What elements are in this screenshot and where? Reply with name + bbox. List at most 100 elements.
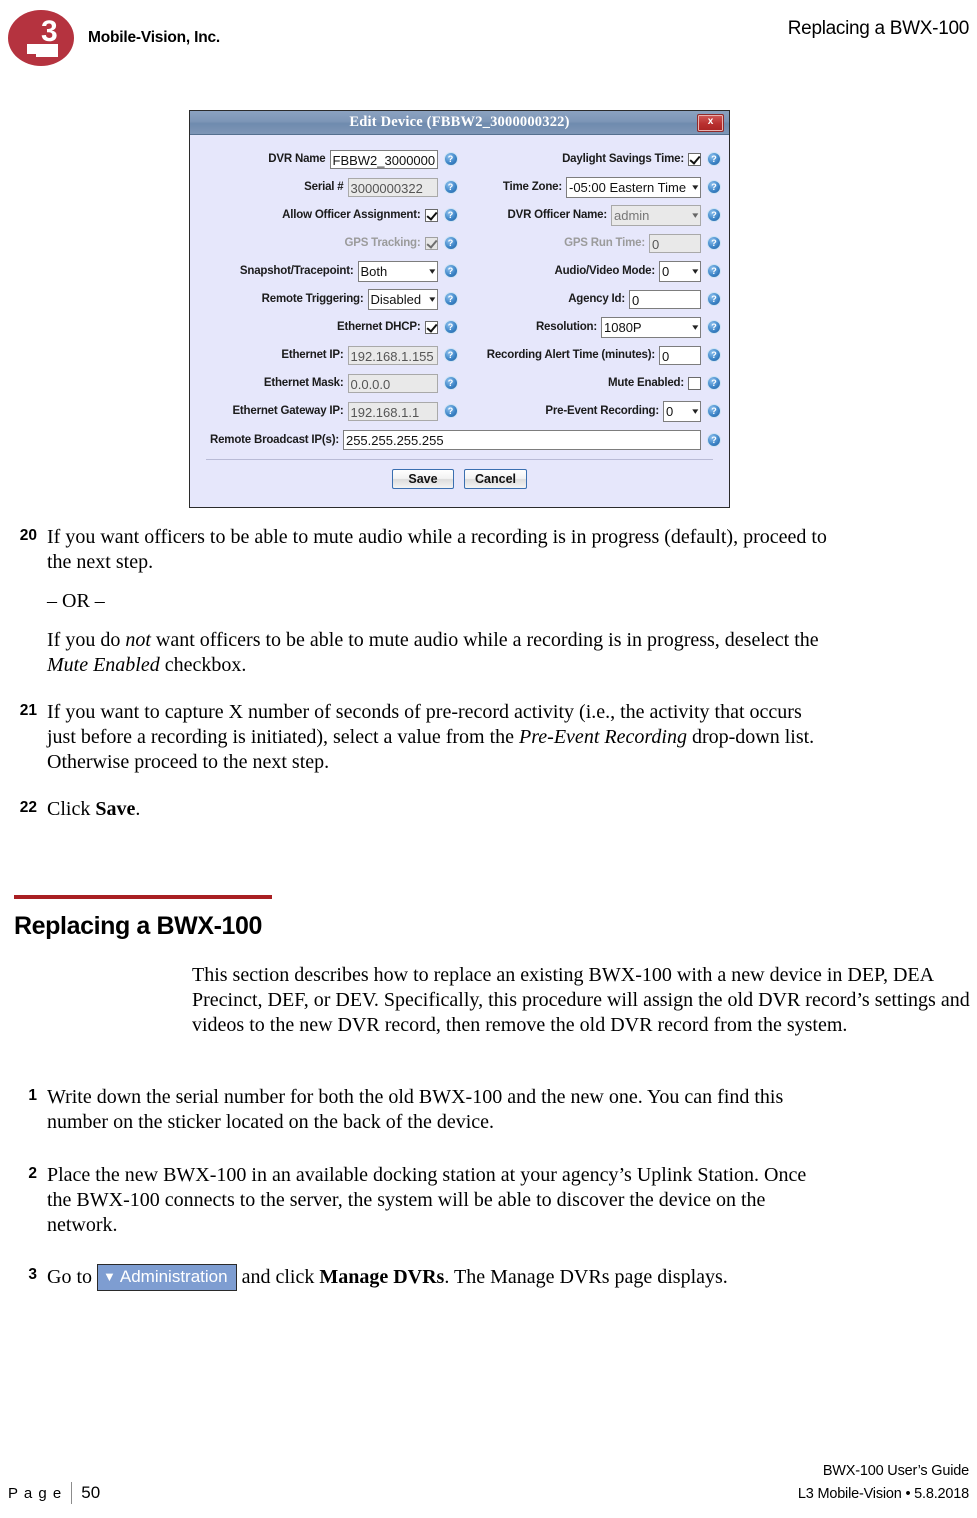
remote-triggering-select[interactable]: Disabled ▾ (367, 288, 438, 310)
field-gps-tracking: GPS Tracking: ? (198, 229, 458, 257)
step-number: 3 (28, 1266, 37, 1283)
resolution-select[interactable]: 1080P ▾ (601, 316, 701, 338)
footer-document-info: BWX-100 User’s Guide L3 Mobile-Vision • … (798, 1460, 969, 1506)
ethernet-gateway-ip-input: 192.168.1.1 (347, 401, 438, 421)
cancel-button[interactable]: Cancel (464, 469, 527, 489)
field-mute-enabled: Mute Enabled: ? (462, 369, 721, 397)
help-icon[interactable]: ? (443, 236, 458, 250)
help-icon[interactable]: ? (443, 264, 458, 278)
help-icon[interactable]: ? (443, 376, 458, 390)
select-value: 1080P (604, 319, 642, 335)
footer-guide-title: BWX-100 User’s Guide (822, 1463, 969, 1479)
step-text: Click Save. (47, 797, 832, 822)
administration-menu-button[interactable]: ▼ Administration (97, 1264, 237, 1291)
field-label: Time Zone: (502, 181, 562, 193)
section-rule (14, 895, 272, 899)
pre-event-recording-select[interactable]: 0 ▾ (663, 400, 701, 422)
text-fragment: . (135, 798, 141, 820)
help-icon[interactable]: ? (443, 348, 458, 362)
field-audio-video-mode: Audio/Video Mode: 0 ▾ ? (462, 257, 721, 285)
help-icon[interactable]: ? (707, 348, 721, 362)
field-pre-event-recording: Pre-Event Recording: 0 ▾ ? (462, 397, 721, 425)
mute-enabled-checkbox[interactable] (688, 376, 701, 390)
field-resolution: Resolution: 1080P ▾ ? (462, 313, 721, 341)
text-fragment: Go to (47, 1266, 97, 1288)
section-intro-paragraph: This section describes how to replace an… (192, 964, 970, 1036)
field-daylight-savings-time: Daylight Savings Time: ? (462, 145, 721, 173)
help-icon[interactable]: ? (443, 292, 458, 306)
ethernet-dhcp-checkbox[interactable] (424, 320, 438, 334)
field-agency-id: Agency Id: 0 ? (462, 285, 721, 313)
field-label: DVR Name (268, 153, 326, 165)
footer-divider (71, 1482, 73, 1504)
select-value: 0 (662, 263, 670, 279)
help-icon[interactable]: ? (707, 320, 721, 334)
select-value: admin (614, 207, 650, 223)
time-zone-select[interactable]: -05:00 Eastern Time ▾ (566, 176, 701, 198)
field-ethernet-dhcp: Ethernet DHCP: ? (198, 313, 458, 341)
field-remote-triggering: Remote Triggering: Disabled ▾ ? (198, 285, 458, 313)
help-icon[interactable]: ? (707, 264, 721, 278)
daylight-savings-checkbox[interactable] (688, 152, 701, 166)
help-icon[interactable]: ? (707, 180, 721, 194)
edit-device-dialog: Edit Device (FBBW2_3000000322) x DVR Nam… (189, 110, 730, 508)
audio-video-mode-select[interactable]: 0 ▾ (659, 260, 701, 282)
allow-officer-assignment-checkbox[interactable] (424, 208, 438, 222)
step-text: Place the new BWX-100 in an available do… (47, 1163, 832, 1238)
step-2: 2 Place the new BWX-100 in an available … (0, 1163, 977, 1238)
dvr-name-input[interactable]: FBBW2_3000000 (329, 149, 438, 169)
triangle-down-icon: ▼ (103, 1269, 116, 1284)
field-label: Ethernet DHCP: (337, 321, 421, 333)
remote-broadcast-ips-input[interactable]: 255.255.255.255 (342, 430, 701, 450)
agency-id-input[interactable]: 0 (629, 289, 701, 309)
save-button[interactable]: Save (392, 469, 454, 489)
emphasis-pre-event-recording: Pre-Event Recording (519, 726, 687, 748)
recording-alert-time-input[interactable]: 0 (659, 345, 701, 365)
step-20-para-2: If you do not want officers to be able t… (47, 628, 832, 678)
step-number: 21 (19, 702, 37, 719)
help-icon[interactable]: ? (443, 152, 458, 166)
select-value: Disabled (370, 291, 422, 307)
help-icon[interactable]: ? (707, 292, 721, 306)
running-head: Replacing a BWX-100 (787, 18, 970, 39)
help-icon[interactable]: ? (443, 208, 458, 222)
text-fragment: If you do (47, 629, 126, 651)
help-icon[interactable]: ? (707, 236, 721, 250)
field-label: Snapshot/Tracepoint: (239, 265, 354, 277)
field-label: Recording Alert Time (minutes): (486, 349, 655, 361)
step-number: 22 (19, 799, 37, 816)
close-icon[interactable]: x (697, 114, 724, 132)
field-ethernet-ip: Ethernet IP: 192.168.1.155 ? (198, 341, 458, 369)
help-icon[interactable]: ? (443, 320, 458, 334)
field-label: Agency Id: (568, 293, 625, 305)
help-icon[interactable]: ? (443, 180, 458, 194)
step-3: 3 Go to ▼ Administration and click Manage… (0, 1264, 977, 1291)
chevron-down-icon: ▾ (692, 321, 699, 332)
administration-menu-label: Administration (119, 1267, 228, 1286)
help-icon[interactable]: ? (707, 208, 721, 222)
snapshot-tracepoint-select[interactable]: Both ▾ (357, 260, 438, 282)
field-dvr-name: DVR Name FBBW2_3000000 ? (198, 145, 458, 173)
step-text: Write down the serial number for both th… (47, 1085, 832, 1135)
help-icon[interactable]: ? (707, 376, 721, 390)
field-label: Audio/Video Mode: (554, 265, 655, 277)
field-label: Pre-Event Recording: (545, 405, 659, 417)
step-1: 1 Write down the serial number for both … (0, 1085, 977, 1135)
logo-number: 3 (41, 15, 58, 48)
field-label: Ethernet Gateway IP: (232, 405, 344, 417)
help-icon[interactable]: ? (707, 404, 721, 418)
field-label: Remote Triggering: (261, 293, 364, 305)
help-icon[interactable]: ? (707, 433, 721, 447)
step-1-para: Write down the serial number for both th… (47, 1086, 784, 1133)
help-icon[interactable]: ? (707, 152, 721, 166)
step-number: 1 (28, 1087, 37, 1104)
dialog-title: Edit Device (FBBW2_3000000322) (349, 114, 570, 130)
dialog-body: DVR Name FBBW2_3000000 ? Daylight Saving… (190, 135, 729, 507)
step-22: 22 Click Save. (0, 797, 977, 822)
serial-number-input: 3000000322 (347, 177, 438, 197)
page-title: Replacing a BWX-100 (14, 912, 263, 940)
l3-logo-icon: 3 (8, 10, 80, 66)
field-remote-broadcast-ips: Remote Broadcast IP(s): 255.255.255.255 … (198, 425, 721, 455)
field-dvr-officer-name: DVR Officer Name: admin ▾ ? (462, 201, 721, 229)
help-icon[interactable]: ? (443, 404, 458, 418)
